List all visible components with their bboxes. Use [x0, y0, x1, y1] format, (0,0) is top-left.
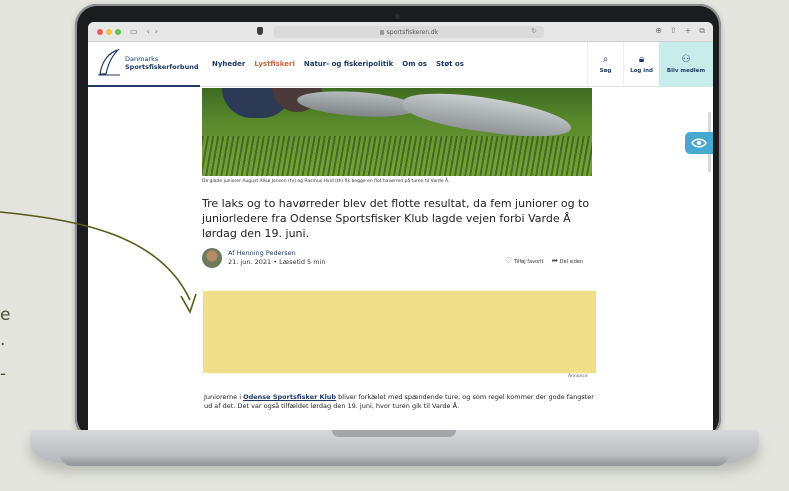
address-bar[interactable]: sportsfiskeren.dk ↻ [274, 26, 544, 38]
header-actions: ⌕ Søg 🔒︎ Log ind ⚇ Bliv medlem [587, 42, 713, 87]
site-logo[interactable]: Danmarks Sportsfiskerforbund [88, 42, 200, 87]
share-arrow-icon: ➦ [551, 256, 559, 265]
window-controls [97, 28, 121, 35]
forward-icon[interactable]: › [155, 27, 158, 36]
privacy-shield-icon[interactable] [257, 27, 263, 35]
club-link[interactable]: Odense Sportsfisker Klub [243, 393, 336, 401]
side-fragment-1: e [0, 305, 11, 325]
article-hero-image [202, 88, 592, 176]
main-menu: Nyheder Lystfiskeri Natur- og fiskeripol… [212, 60, 464, 68]
share-label: Del siden [559, 259, 584, 265]
reload-icon[interactable]: ↻ [531, 27, 537, 35]
author-name[interactable]: Af Henning Pedersen [228, 249, 325, 258]
new-tab-icon[interactable]: + [685, 26, 692, 36]
laptop-lip [60, 454, 729, 466]
logo-line2: Sportsfiskerforbund [125, 63, 199, 71]
zoom-window-button[interactable] [115, 28, 121, 35]
add-user-icon: ⚇ [681, 54, 691, 65]
browser-screen: ▭ ‹ › sportsfiskeren.dk ↻ ⊕ ⇧ + ⧉ Danmar… [88, 22, 713, 430]
camera-dot [395, 14, 400, 19]
padlock-icon: 🔒︎ [638, 54, 645, 65]
author-avatar [202, 248, 222, 268]
article-headline: Tre laks og to havørreder blev det flott… [202, 197, 590, 240]
sidebar-icon[interactable]: ▭ [130, 27, 138, 36]
fish-logo-icon [98, 48, 120, 76]
logo-line1: Danmarks [125, 55, 159, 63]
address-url: sportsfiskeren.dk [386, 28, 439, 36]
menu-item-nyheder[interactable]: Nyheder [212, 60, 245, 68]
favorite-label: Tilføj favorit [513, 259, 544, 265]
eye-icon [691, 138, 707, 148]
tabs-overview-icon[interactable]: ⧉ [699, 26, 705, 36]
lock-icon [379, 29, 384, 35]
side-fragment-3: - [0, 364, 7, 384]
menu-item-natur[interactable]: Natur- og fiskeripolitik [304, 60, 393, 68]
site-header: Danmarks Sportsfiskerforbund Nyheder Lys… [88, 42, 713, 87]
search-icon: ⌕ [602, 54, 609, 65]
browser-toolbar: ▭ ‹ › sportsfiskeren.dk ↻ ⊕ ⇧ + ⧉ [88, 22, 713, 42]
favorite-button[interactable]: ♡ Tilføj favorit [505, 256, 544, 265]
hero-grass [202, 136, 592, 176]
menu-item-lystfiskeri[interactable]: Lystfiskeri [254, 60, 294, 68]
heart-icon: ♡ [505, 256, 513, 265]
laptop-base [0, 430, 789, 491]
back-icon[interactable]: ‹ [147, 27, 150, 36]
share-icon[interactable]: ⇧ [670, 26, 677, 36]
menu-item-om-os[interactable]: Om os [402, 60, 427, 68]
member-label: Bliv medlem [666, 68, 706, 74]
become-member-button[interactable]: ⚇ Bliv medlem [659, 42, 713, 87]
minimize-window-button[interactable] [106, 28, 112, 35]
ad-banner[interactable] [203, 291, 596, 373]
login-label: Log ind [630, 68, 653, 74]
close-window-button[interactable] [97, 28, 103, 35]
article-actions: ♡ Tilføj favorit ➦ Del siden [505, 256, 583, 265]
search-label: Søg [599, 68, 612, 74]
share-page-button[interactable]: ➦ Del siden [552, 256, 584, 265]
image-caption: De glade juniorer August Allsø Jensen (t… [202, 179, 450, 184]
article-body: Juniorerne i Odense Sportsfisker Klub bl… [204, 393, 604, 411]
laptop-notch [332, 430, 456, 437]
login-button[interactable]: 🔒︎ Log ind [623, 42, 659, 87]
accessibility-eye-button[interactable] [685, 132, 713, 154]
side-fragment-2: . [0, 330, 6, 350]
author-block: Af Henning Pedersen 21. jun. 2021 • Læse… [202, 248, 325, 268]
menu-item-stoet-os[interactable]: Støt os [436, 60, 464, 68]
article: De glade juniorer August Allsø Jensen (t… [88, 88, 713, 430]
search-button[interactable]: ⌕ Søg [587, 42, 623, 87]
hero-fish-small [296, 88, 418, 121]
ad-label: Annonce [568, 374, 588, 379]
article-meta: 21. jun. 2021 • Læsetid 5 min [228, 258, 326, 266]
body-prefix: Juniorerne i [204, 393, 244, 401]
download-icon[interactable]: ⊕ [655, 26, 662, 36]
toolbar-right: ⊕ ⇧ + ⧉ [655, 26, 705, 36]
